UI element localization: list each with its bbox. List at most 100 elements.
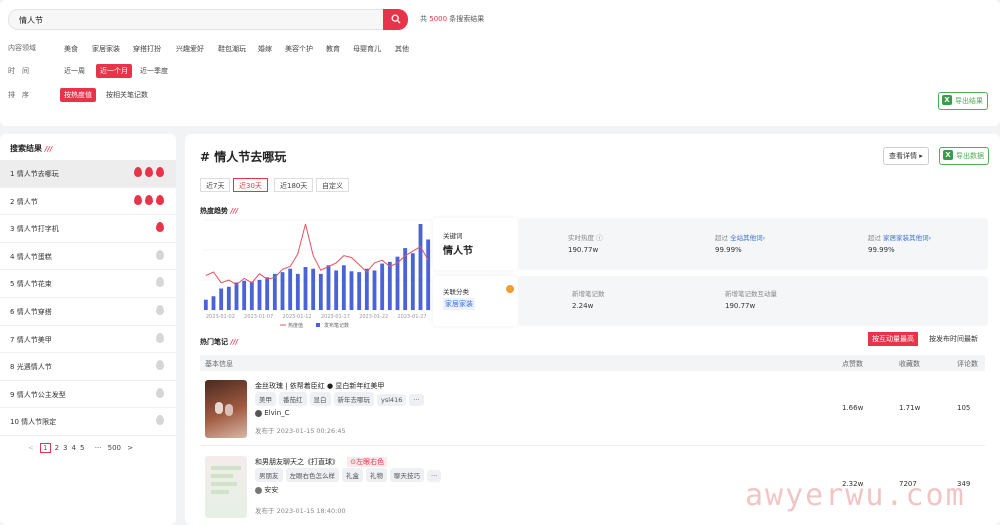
filter-content-item[interactable]: 母婴育儿 bbox=[353, 44, 381, 54]
x-tick-label: 2023-01-07 bbox=[244, 314, 273, 320]
note-tag[interactable]: 聊天技巧 bbox=[390, 468, 424, 482]
filter-content-item[interactable]: 教育 bbox=[326, 44, 340, 54]
pager-page[interactable]: 1 bbox=[40, 443, 51, 453]
list-item[interactable]: 6 情人节穿搭 bbox=[0, 298, 176, 326]
pager-page[interactable]: 3 bbox=[63, 444, 67, 452]
note-title[interactable]: 和男朋友聊天之《打直球》 ⊙左眼右色 bbox=[255, 457, 388, 467]
pager-page[interactable]: 5 bbox=[80, 444, 84, 452]
chart-bar bbox=[387, 261, 392, 310]
export-results-button[interactable]: X 导出结果 bbox=[938, 92, 988, 110]
pager-page[interactable]: 4 bbox=[72, 444, 76, 452]
beat-all-link[interactable]: 全站其他词 bbox=[730, 234, 763, 242]
list-item[interactable]: 4 情人节蛋糕 bbox=[0, 243, 176, 271]
sort-by-time-button[interactable]: 按发布时间最新 bbox=[925, 332, 982, 346]
note-tag[interactable]: 新年去哪玩 bbox=[333, 392, 374, 406]
flame-icon bbox=[156, 277, 164, 288]
tab-range[interactable]: 近30天 bbox=[233, 178, 268, 192]
tab-range[interactable]: 近180天 bbox=[274, 178, 314, 192]
list-item-label: 6 情人节穿搭 bbox=[10, 307, 52, 317]
heat-level bbox=[153, 222, 164, 234]
list-item[interactable]: 7 情人节美甲 bbox=[0, 326, 176, 354]
note-tag[interactable]: 礼盒 bbox=[342, 468, 363, 482]
note-tag[interactable]: ysl416 bbox=[377, 394, 407, 406]
note-badge: ⊙左眼右色 bbox=[347, 457, 388, 467]
category-value[interactable]: 家居家装 bbox=[443, 298, 475, 310]
flame-icon bbox=[156, 305, 164, 315]
filter-content-item[interactable]: 穿搭打扮 bbox=[133, 44, 161, 54]
filter-time-item[interactable]: 近一周 bbox=[64, 66, 85, 76]
view-details-button[interactable]: 查看详情 ▸ bbox=[883, 147, 929, 165]
flame-icon bbox=[145, 167, 153, 177]
category-badge-icon bbox=[506, 285, 514, 293]
list-item[interactable]: 10 情人节限定 bbox=[0, 408, 176, 436]
filter-time-item[interactable]: 近一季度 bbox=[140, 66, 168, 76]
note-tag[interactable]: 显白 bbox=[309, 392, 331, 406]
chart-bar bbox=[257, 279, 262, 310]
heat-level bbox=[153, 415, 164, 427]
heat-level bbox=[131, 194, 164, 207]
list-item-text: 情人节去哪玩 bbox=[16, 170, 59, 178]
filter-content-item[interactable]: 美容个护 bbox=[285, 44, 313, 54]
filter-content-item[interactable]: 其他 bbox=[395, 44, 409, 54]
filter-content-item[interactable]: 婚嫁 bbox=[258, 44, 272, 54]
pager-prev[interactable]: < bbox=[28, 444, 34, 452]
filter-time-item[interactable]: 近一个月 bbox=[96, 64, 132, 78]
list-item[interactable]: 5 情人节花束 bbox=[0, 270, 176, 298]
pager-last[interactable]: 500 bbox=[108, 444, 121, 452]
note-thumbnail[interactable] bbox=[205, 380, 247, 438]
note-tag[interactable]: ··· bbox=[427, 470, 442, 482]
note-tags: 美甲 番茄红 显白 新年去哪玩 ysl416 ··· bbox=[255, 392, 427, 406]
pager-page[interactable]: 2 bbox=[55, 444, 59, 452]
results-sidebar: 搜索结果 /// 1 情人节去哪玩 2 情人节 3 情人节打字机 4 情人节蛋糕 5 情… bbox=[0, 134, 176, 525]
list-item[interactable]: 8 光遇情人节 bbox=[0, 353, 176, 381]
chart-bar bbox=[418, 224, 423, 310]
note-tag[interactable]: 男朋友 bbox=[255, 468, 283, 482]
keyword-detail-panel: # 情人节去哪玩 查看详情 ▸ X 导出数据 近7天 近30天 近180天 自定义 热… bbox=[185, 134, 1000, 525]
filter-label-sort: 排 序 bbox=[8, 91, 29, 99]
table-row[interactable]: 金丝玫瑰 | 依帮着臣红 ● 显白新年红美甲 美甲 番茄红 显白 新年去哪玩 ysl41… bbox=[200, 374, 985, 446]
note-tag[interactable]: ··· bbox=[409, 394, 424, 406]
x-tick-label: 2023-01-27 bbox=[398, 314, 427, 320]
chart-bar bbox=[242, 280, 247, 310]
export-data-button[interactable]: X 导出数据 bbox=[939, 147, 989, 165]
heat-slash-icon: /// bbox=[44, 145, 53, 153]
list-item-label: 4 情人节蛋糕 bbox=[10, 252, 52, 262]
filter-content-item[interactable]: 美食 bbox=[64, 44, 78, 54]
note-likes: 1.66w bbox=[842, 404, 864, 412]
note-tag[interactable]: 礼物 bbox=[366, 468, 387, 482]
note-tag[interactable]: 左眼右色怎么样 bbox=[285, 468, 339, 482]
note-thumbnail[interactable] bbox=[205, 456, 247, 518]
notes-stats-row: 新增笔记数 2.24w 新增笔记数互动量 190.77w bbox=[518, 276, 988, 326]
filter-content-item[interactable]: 兴趣爱好 bbox=[176, 44, 204, 54]
filter-content-item[interactable]: 鞋包潮玩 bbox=[218, 44, 246, 54]
note-tag[interactable]: 番茄红 bbox=[279, 392, 307, 406]
search-input[interactable]: 情人节 bbox=[8, 9, 408, 30]
list-item[interactable]: 2 情人节 bbox=[0, 188, 176, 216]
pager-next[interactable]: > bbox=[127, 444, 133, 452]
list-item-label: 5 情人节花束 bbox=[10, 279, 52, 289]
note-title[interactable]: 金丝玫瑰 | 依帮着臣红 ● 显白新年红美甲 bbox=[255, 381, 384, 391]
list-item-label: 2 情人节 bbox=[10, 197, 38, 207]
list-item[interactable]: 3 情人节打字机 bbox=[0, 215, 176, 243]
chart-bar bbox=[226, 286, 231, 310]
keyword-value: 情人节 bbox=[443, 246, 473, 257]
list-item-text: 光遇情人节 bbox=[16, 363, 52, 372]
list-item[interactable]: 9 情人节公主发型 bbox=[0, 381, 176, 409]
note-tag[interactable]: 美甲 bbox=[255, 392, 276, 406]
flame-icon bbox=[156, 167, 164, 177]
beat-category-link[interactable]: 家居家装其他词 bbox=[883, 234, 929, 242]
list-item-rank: 3 bbox=[10, 225, 15, 234]
chart-bar bbox=[211, 296, 216, 310]
tab-range[interactable]: 自定义 bbox=[316, 178, 349, 192]
filter-sort-item[interactable]: 按热度值 bbox=[60, 88, 96, 102]
sort-by-interaction-button[interactable]: 按互动量最高 bbox=[868, 332, 918, 346]
list-item[interactable]: 1 情人节去哪玩 bbox=[0, 160, 176, 188]
filter-sort-item[interactable]: 按相关笔记数 bbox=[106, 90, 148, 100]
search-button[interactable] bbox=[383, 9, 408, 30]
new-notes-value: 2.24w bbox=[572, 302, 594, 310]
tab-range[interactable]: 近7天 bbox=[200, 178, 231, 192]
list-item-rank: 8 bbox=[10, 363, 15, 372]
filter-content-item[interactable]: 家居家装 bbox=[92, 44, 120, 54]
list-item-text: 情人节穿搭 bbox=[16, 308, 52, 316]
realtime-heat-label: 实时热度 ⓘ bbox=[568, 234, 603, 242]
